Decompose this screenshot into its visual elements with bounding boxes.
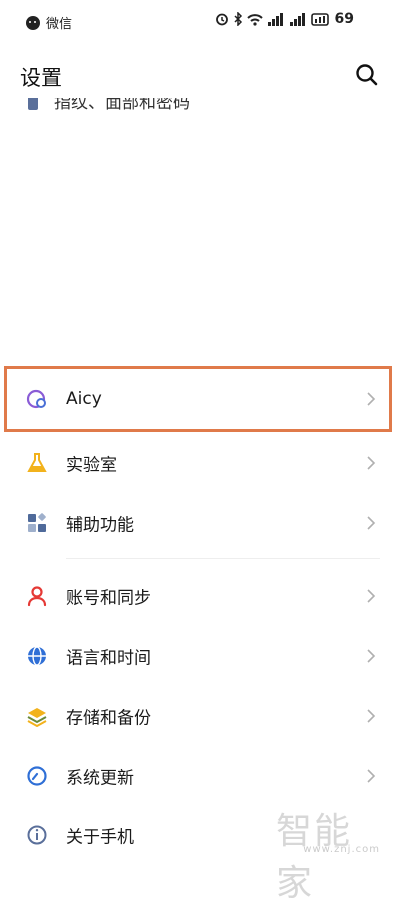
hd-signal-icon bbox=[310, 12, 329, 26]
person-icon bbox=[26, 585, 48, 607]
settings-item-label: 辅助功能 bbox=[66, 515, 134, 536]
update-icon bbox=[26, 765, 48, 787]
settings-item-fingerprint-clipped[interactable]: 指纹、面部和密码 bbox=[0, 98, 400, 112]
settings-item-accessibility[interactable]: 辅助功能 bbox=[0, 493, 400, 553]
alarm-icon bbox=[215, 13, 228, 26]
bluetooth-icon bbox=[233, 12, 242, 26]
watermark-url: www.znj.com bbox=[303, 844, 380, 855]
settings-item-label: 关于手机 bbox=[66, 827, 134, 848]
settings-item-label: 系统更新 bbox=[66, 768, 134, 789]
aicy-icon bbox=[26, 388, 48, 410]
status-left: 微信 bbox=[26, 13, 72, 32]
wechat-icon bbox=[26, 15, 40, 30]
signal-icon-2 bbox=[289, 12, 305, 26]
fingerprint-icon bbox=[28, 98, 38, 110]
chevron-right-icon bbox=[367, 649, 376, 663]
header: 设置 bbox=[0, 52, 400, 98]
chevron-right-icon bbox=[367, 456, 376, 470]
chevron-right-icon bbox=[367, 392, 376, 406]
search-button[interactable] bbox=[354, 62, 380, 88]
settings-item-label: 存储和备份 bbox=[66, 708, 151, 729]
settings-item-account-sync[interactable]: 账号和同步 bbox=[0, 566, 400, 626]
settings-item-storage-backup[interactable]: 存储和备份 bbox=[0, 686, 400, 746]
section-divider bbox=[66, 558, 380, 559]
wifi-icon bbox=[246, 13, 263, 26]
flask-icon bbox=[26, 452, 48, 474]
watermark: 智能家 www.znj.com bbox=[276, 802, 394, 904]
settings-item-label: 账号和同步 bbox=[66, 588, 151, 609]
status-bar: 微信 69 bbox=[0, 0, 400, 44]
chevron-right-icon bbox=[367, 709, 376, 723]
settings-item-label: 语言和时间 bbox=[66, 648, 151, 669]
settings-item-aicy[interactable]: Aicy bbox=[0, 369, 400, 429]
search-icon bbox=[356, 64, 378, 86]
battery-level: 69 bbox=[334, 11, 354, 27]
accessibility-grid-icon bbox=[26, 512, 48, 534]
settings-item-lab[interactable]: 实验室 bbox=[0, 433, 400, 493]
signal-icon bbox=[267, 12, 283, 26]
settings-item-label: 实验室 bbox=[66, 455, 117, 476]
status-right: 69 bbox=[215, 11, 354, 27]
chevron-right-icon bbox=[367, 769, 376, 783]
chevron-right-icon bbox=[367, 516, 376, 530]
settings-item-system-update[interactable]: 系统更新 bbox=[0, 746, 400, 806]
settings-item-label: 指纹、面部和密码 bbox=[54, 98, 190, 112]
layers-icon bbox=[26, 705, 48, 727]
settings-item-label: Aicy bbox=[66, 389, 102, 409]
status-app-label: 微信 bbox=[46, 17, 73, 32]
chevron-right-icon bbox=[367, 589, 376, 603]
info-icon bbox=[26, 824, 48, 846]
settings-item-language-time[interactable]: 语言和时间 bbox=[0, 626, 400, 686]
page-title: 设置 bbox=[20, 66, 62, 90]
globe-icon bbox=[26, 645, 48, 667]
